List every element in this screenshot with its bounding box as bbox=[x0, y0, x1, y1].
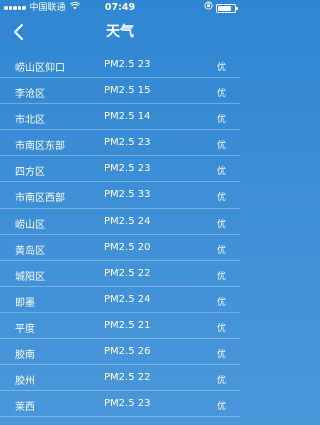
district-name: 平度 bbox=[15, 323, 35, 335]
pm25-value: PM2.5 24 bbox=[104, 293, 151, 305]
air-quality-label: 优 bbox=[216, 271, 226, 282]
air-quality-label: 优 bbox=[216, 193, 226, 204]
air-quality-label: 优 bbox=[216, 115, 226, 126]
air-quality-label: 优 bbox=[216, 245, 226, 256]
list-item[interactable]: 李沧区 PM2.5 15 优 bbox=[0, 78, 240, 105]
list-item[interactable]: 莱西 PM2.5 23 优 bbox=[0, 391, 240, 418]
district-name: 即墨 bbox=[15, 297, 35, 309]
pm25-value: PM2.5 15 bbox=[104, 85, 151, 97]
pm25-value: PM2.5 33 bbox=[104, 189, 151, 201]
list-item[interactable]: 平度 PM2.5 21 优 bbox=[0, 313, 240, 340]
list-item[interactable]: 崂山区 PM2.5 24 优 bbox=[0, 209, 240, 235]
air-quality-label: 优 bbox=[216, 141, 226, 152]
district-air-quality-list: 崂山区仰口 PM2.5 23 优李沧区 PM2.5 15 优市北区 PM2.5 14 优市南… bbox=[0, 52, 240, 418]
list-item[interactable]: 四方区 PM2.5 23 优 bbox=[0, 156, 240, 183]
air-quality-label: 优 bbox=[216, 219, 226, 230]
air-quality-label: 优 bbox=[216, 376, 226, 387]
air-quality-label: 优 bbox=[216, 350, 226, 361]
pm25-value: PM2.5 26 bbox=[104, 346, 151, 358]
pm25-value: PM2.5 21 bbox=[104, 319, 151, 331]
pm25-value: PM2.5 23 bbox=[104, 137, 151, 149]
air-quality-label: 优 bbox=[216, 89, 226, 100]
air-quality-label: 优 bbox=[216, 323, 226, 334]
list-item[interactable]: 黄岛区 PM2.5 20 优 bbox=[0, 235, 240, 261]
page-title: 天气 bbox=[106, 24, 134, 40]
pm25-value: PM2.5 22 bbox=[104, 372, 151, 384]
list-item[interactable]: 市南区东部 PM2.5 23 优 bbox=[0, 130, 240, 157]
list-item[interactable]: 城阳区 PM2.5 22 优 bbox=[0, 261, 240, 287]
district-name: 莱西 bbox=[15, 402, 35, 414]
battery-fill bbox=[218, 5, 232, 11]
district-name: 城阳区 bbox=[15, 271, 45, 283]
district-name: 市北区 bbox=[15, 115, 45, 127]
district-name: 市南区西部 bbox=[15, 193, 65, 205]
air-quality-label: 优 bbox=[216, 297, 226, 308]
pm25-value: PM2.5 23 bbox=[104, 398, 151, 410]
pm25-value: PM2.5 24 bbox=[104, 215, 151, 227]
pm25-value: PM2.5 22 bbox=[104, 267, 151, 279]
district-name: 李沧区 bbox=[15, 89, 45, 101]
district-name: 胶南 bbox=[15, 350, 35, 362]
list-item[interactable]: 胶南 PM2.5 26 优 bbox=[0, 339, 240, 366]
list-item[interactable]: 胶州 PM2.5 22 优 bbox=[0, 365, 240, 392]
list-item[interactable]: 即墨 PM2.5 24 优 bbox=[0, 287, 240, 313]
pm25-value: PM2.5 14 bbox=[104, 111, 151, 123]
air-quality-label: 优 bbox=[216, 63, 226, 73]
list-item[interactable]: 市北区 PM2.5 14 优 bbox=[0, 104, 240, 131]
district-name: 胶州 bbox=[15, 376, 35, 388]
list-item[interactable]: 市南区西部 PM2.5 33 优 bbox=[0, 182, 240, 209]
list-item[interactable]: 崂山区仰口 PM2.5 23 优 bbox=[0, 52, 240, 79]
rotation-lock-icon bbox=[204, 0, 213, 16]
pm25-value: PM2.5 23 bbox=[104, 59, 151, 70]
district-name: 四方区 bbox=[15, 167, 45, 179]
district-name: 崂山区 bbox=[15, 219, 45, 231]
district-name: 市南区东部 bbox=[15, 141, 65, 153]
nav-bar: 天气 bbox=[0, 16, 240, 48]
status-bar: 中国联通 07:49 bbox=[0, 0, 240, 16]
district-name: 黄岛区 bbox=[15, 245, 45, 257]
air-quality-label: 优 bbox=[216, 167, 226, 178]
pm25-value: PM2.5 23 bbox=[104, 163, 151, 175]
status-right bbox=[204, 0, 238, 16]
air-quality-label: 优 bbox=[216, 402, 226, 413]
battery-icon bbox=[216, 3, 238, 13]
district-name: 崂山区仰口 bbox=[15, 63, 65, 74]
pm25-value: PM2.5 20 bbox=[104, 241, 151, 253]
